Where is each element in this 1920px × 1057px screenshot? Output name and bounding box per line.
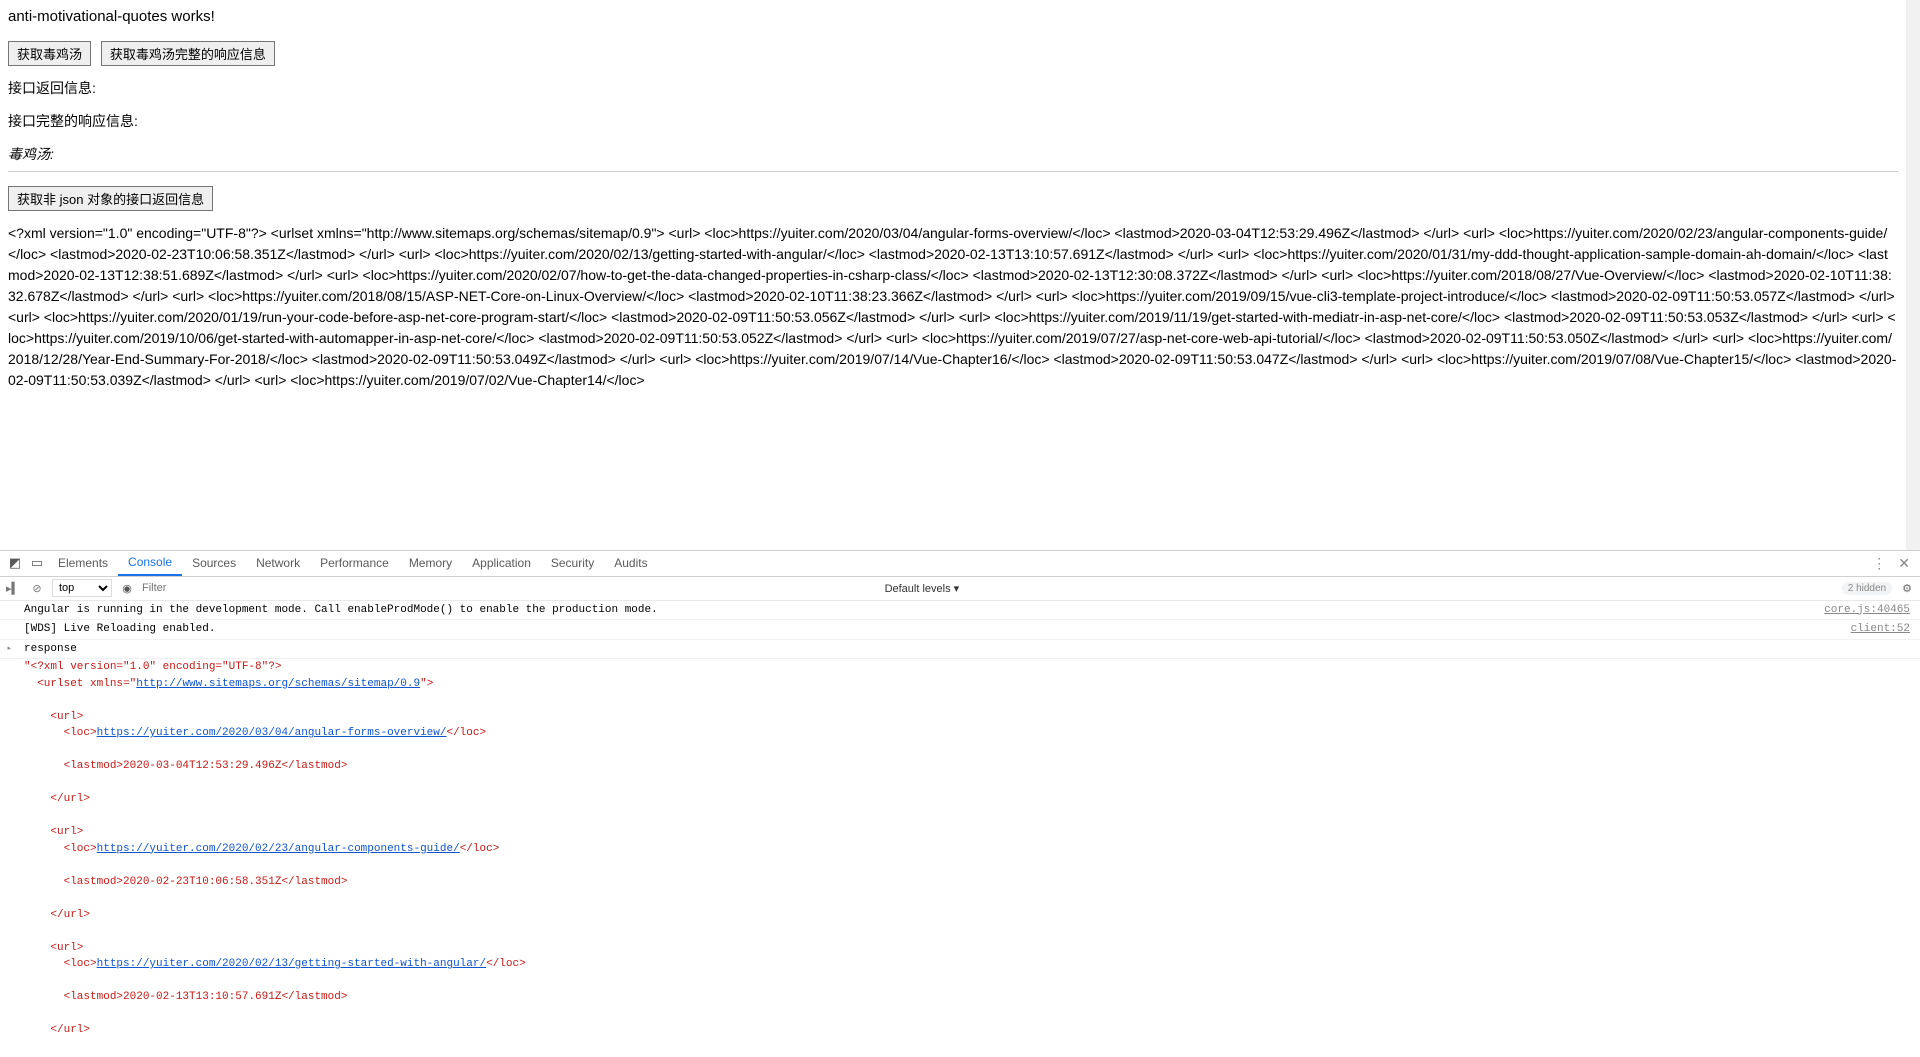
log-levels-dropdown[interactable]: Default levels ▾ — [885, 582, 960, 595]
response-dump: "<?xml version="1.0" encoding="UTF-8"?> … — [0, 659, 1920, 1057]
console-message: response — [24, 641, 1916, 658]
tab-elements[interactable]: Elements — [48, 551, 118, 576]
console-row[interactable]: response — [0, 640, 1920, 660]
tab-application[interactable]: Application — [462, 551, 541, 576]
live-expression-icon[interactable]: ◉ — [118, 582, 136, 595]
tab-security[interactable]: Security — [541, 551, 604, 576]
api-return-label: 接口返回信息: — [8, 78, 1898, 99]
soup-label: 毒鸡汤: — [8, 144, 1898, 165]
source-link[interactable]: client:52 — [1851, 621, 1916, 638]
button-row-2: 获取非 json 对象的接口返回信息 — [8, 186, 1898, 211]
inspect-icon[interactable]: ◩ — [4, 555, 26, 571]
more-icon[interactable]: ⋮ — [1866, 555, 1892, 572]
devtools-panel: ◩ ▭ ElementsConsoleSourcesNetworkPerform… — [0, 550, 1920, 1057]
console-sidebar-toggle-icon[interactable]: ▸▍ — [4, 582, 22, 595]
button-row-1: 获取毒鸡汤 获取毒鸡汤完整的响应信息 — [8, 41, 1898, 66]
tab-performance[interactable]: Performance — [310, 551, 399, 576]
hidden-count-pill[interactable]: 2 hidden — [1842, 582, 1892, 595]
get-nonjson-button[interactable]: 获取非 json 对象的接口返回信息 — [8, 186, 213, 211]
get-soup-full-button[interactable]: 获取毒鸡汤完整的响应信息 — [101, 41, 275, 66]
page-scrollbar-thumb[interactable] — [1908, 160, 1918, 200]
tab-memory[interactable]: Memory — [399, 551, 462, 576]
tab-sources[interactable]: Sources — [182, 551, 246, 576]
page-title: anti-motivational-quotes works! — [8, 6, 1898, 29]
console-row: Angular is running in the development mo… — [0, 601, 1920, 621]
tab-console[interactable]: Console — [118, 551, 182, 576]
xml-result: <?xml version="1.0" encoding="UTF-8"?> <… — [8, 223, 1898, 391]
console-settings-icon[interactable]: ⚙ — [1902, 582, 1912, 595]
divider — [8, 171, 1898, 172]
console-message: Angular is running in the development mo… — [24, 602, 1824, 619]
console-row: [WDS] Live Reloading enabled.client:52 — [0, 620, 1920, 640]
clear-console-icon[interactable]: ⊘ — [28, 582, 46, 595]
tab-network[interactable]: Network — [246, 551, 310, 576]
api-full-label: 接口完整的响应信息: — [8, 111, 1898, 132]
console-toolbar: ▸▍ ⊘ top ◉ Default levels ▾ 2 hidden ⚙ — [0, 577, 1920, 601]
filter-input[interactable] — [142, 582, 442, 594]
get-soup-button[interactable]: 获取毒鸡汤 — [8, 41, 91, 66]
source-link[interactable]: core.js:40465 — [1824, 602, 1916, 619]
console-output[interactable]: Angular is running in the development mo… — [0, 601, 1920, 1057]
tab-audits[interactable]: Audits — [604, 551, 657, 576]
devtools-tabbar: ◩ ▭ ElementsConsoleSourcesNetworkPerform… — [0, 551, 1920, 577]
app-page: anti-motivational-quotes works! 获取毒鸡汤 获取… — [0, 0, 1920, 550]
device-toggle-icon[interactable]: ▭ — [26, 555, 48, 571]
close-devtools-icon[interactable]: ✕ — [1892, 555, 1916, 572]
console-message: [WDS] Live Reloading enabled. — [24, 621, 1851, 638]
context-select[interactable]: top — [52, 579, 112, 597]
